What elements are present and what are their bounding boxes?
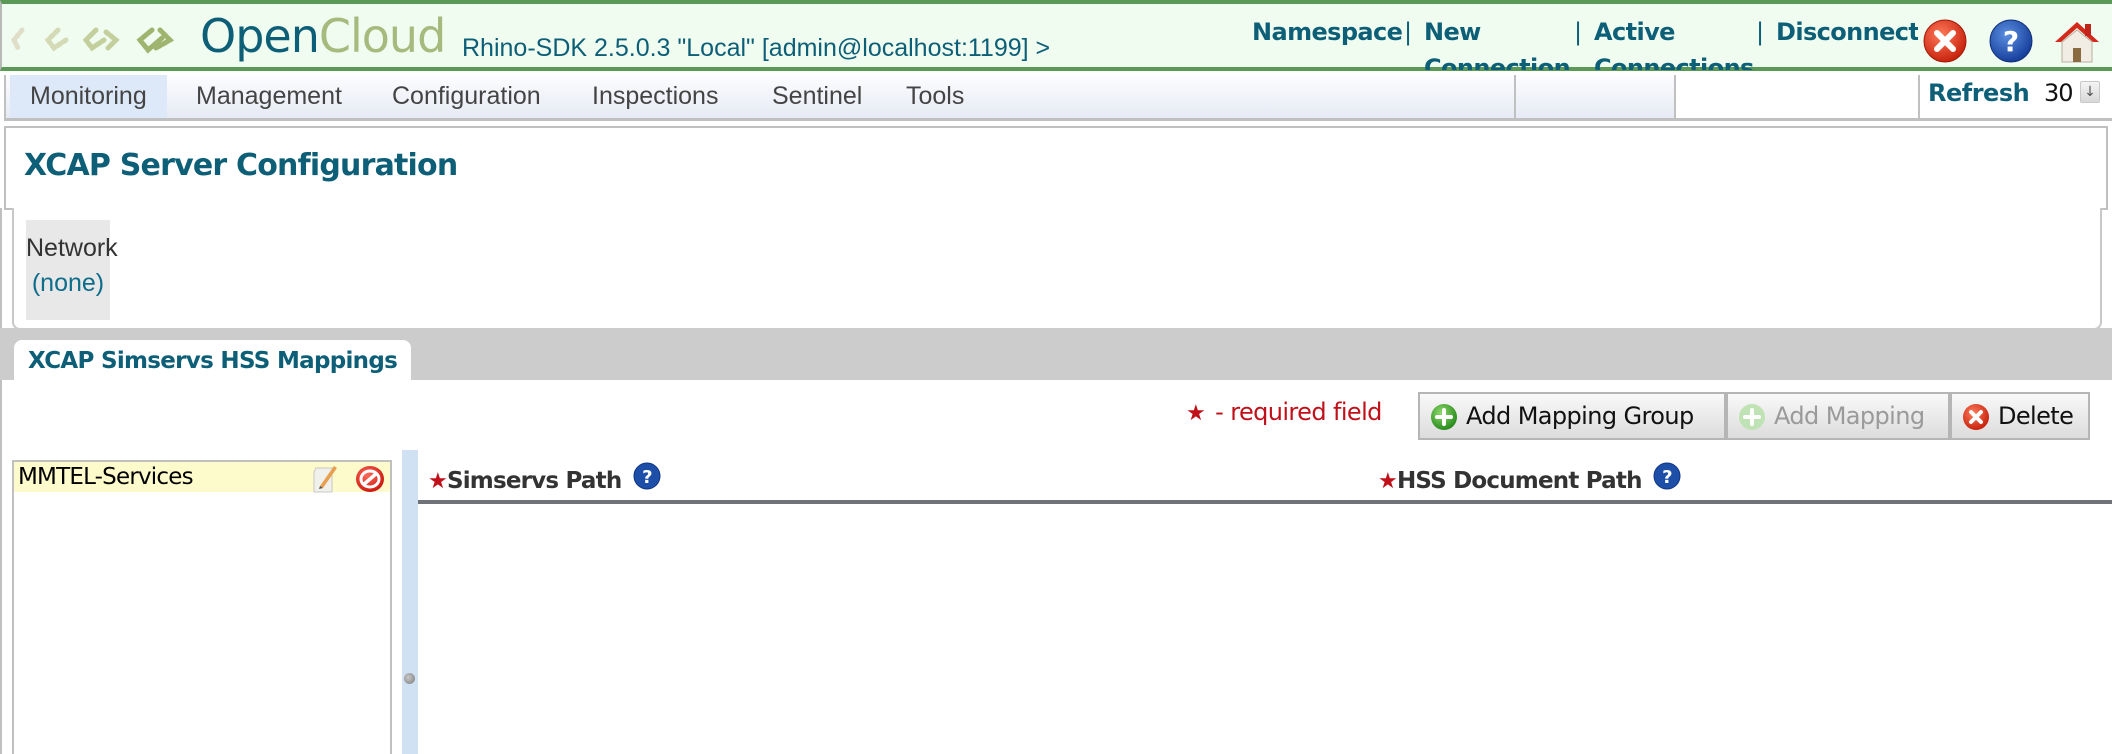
nav-configuration[interactable]: Configuration xyxy=(372,75,561,118)
page-title-box: XCAP Server Configuration xyxy=(4,126,2108,210)
svg-text:?: ? xyxy=(1662,467,1672,488)
required-star-icon: ★ xyxy=(1378,469,1398,494)
logo-cloud-text: Cloud xyxy=(318,9,446,63)
link-separator: | xyxy=(1574,18,1583,46)
column-label: HSS Document Path xyxy=(1396,468,1643,494)
table-header: ★Simservs Path ? ★HSS Document Path ? xyxy=(418,450,2112,504)
link-separator: | xyxy=(1404,18,1413,46)
server-info[interactable]: Rhino-SDK 2.5.0.3 "Local" [admin@localho… xyxy=(462,34,1050,63)
help-icon[interactable]: ? xyxy=(633,462,661,490)
logo-chain-icon xyxy=(44,27,69,52)
edit-icon[interactable] xyxy=(308,462,340,494)
network-label: Network xyxy=(26,234,118,262)
tab-bar: XCAP Simservs HSS Mappings xyxy=(0,328,2112,380)
close-icon[interactable] xyxy=(1922,18,1968,64)
nav-management[interactable]: Management xyxy=(176,75,362,118)
column-header-hss-document-path[interactable]: ★HSS Document Path ? xyxy=(1378,462,1681,494)
network-panel: Network (none) xyxy=(26,220,118,320)
required-field-legend: ★ - required field xyxy=(1186,398,1382,426)
column-label: Simservs Path xyxy=(446,468,622,494)
refresh-control: Refresh 30 ↓ xyxy=(1918,75,2112,118)
network-section: Network (none) xyxy=(12,208,2102,330)
page-title: XCAP Server Configuration xyxy=(24,148,458,183)
required-star-icon: ★ xyxy=(428,469,448,494)
new-connection-link[interactable]: New Connection xyxy=(1424,14,1571,70)
svg-text:?: ? xyxy=(2003,25,2019,58)
mapping-group-list: MMTEL-Services xyxy=(12,460,392,754)
required-field-text: - required field xyxy=(1215,398,1382,426)
nav-spacer-cell xyxy=(1674,75,1918,118)
content-border xyxy=(0,208,4,330)
nav-inspections[interactable]: Inspections xyxy=(572,75,738,118)
network-value-link[interactable]: (none) xyxy=(26,269,110,298)
nav-tools[interactable]: Tools xyxy=(886,75,984,118)
required-star-icon: ★ xyxy=(1186,401,1206,426)
namespace-link[interactable]: Namespace xyxy=(1252,14,1403,50)
tab-xcap-simservs-hss-mappings[interactable]: XCAP Simservs HSS Mappings xyxy=(14,340,412,380)
opencloud-logo: OpenCloud xyxy=(200,8,446,64)
content-border xyxy=(0,380,2,754)
remove-icon[interactable] xyxy=(354,464,386,494)
add-mapping-label: Add Mapping xyxy=(1774,402,1925,430)
logo-chain-icon xyxy=(82,27,120,52)
home-icon[interactable] xyxy=(2052,18,2102,64)
refresh-interval-dropdown[interactable]: ↓ xyxy=(2080,81,2100,103)
header-links: Namespace | New Connection | Active Conn… xyxy=(1252,14,1918,70)
refresh-label[interactable]: Refresh xyxy=(1928,79,2030,107)
nav-sentinel[interactable]: Sentinel xyxy=(752,75,882,118)
logo-chain-icon xyxy=(136,27,175,54)
delete-icon xyxy=(1963,404,1989,430)
refresh-interval-value: 30 xyxy=(2044,79,2074,107)
disconnect-link[interactable]: Disconnect xyxy=(1776,14,1918,50)
panel-splitter[interactable] xyxy=(402,450,418,754)
nav-spacer-cell xyxy=(1514,75,1674,118)
logo-open-text: Open xyxy=(200,9,320,63)
delete-label: Delete xyxy=(1998,402,2074,430)
help-icon[interactable]: ? xyxy=(1988,18,2034,64)
delete-button[interactable]: Delete xyxy=(1950,392,2090,440)
nav-monitoring[interactable]: Monitoring xyxy=(10,75,167,118)
column-header-simservs-path[interactable]: ★Simservs Path ? xyxy=(428,462,661,494)
logo-chain-icon xyxy=(11,27,25,51)
svg-text:?: ? xyxy=(642,467,652,488)
add-mapping-button[interactable]: Add Mapping xyxy=(1726,392,1950,440)
plus-icon xyxy=(1431,404,1457,430)
active-connections-link[interactable]: Active Connections xyxy=(1594,14,1754,70)
main-nav: Monitoring Management Configuration Insp… xyxy=(4,75,2112,121)
help-icon[interactable]: ? xyxy=(1653,462,1681,490)
group-name: MMTEL-Services xyxy=(18,464,194,490)
splitter-handle[interactable] xyxy=(404,673,415,684)
link-separator: | xyxy=(1756,18,1765,46)
app-header: OpenCloud Rhino-SDK 2.5.0.3 "Local" [adm… xyxy=(0,0,2112,71)
plus-icon xyxy=(1739,404,1765,430)
opencloud-logo-mark xyxy=(10,14,180,58)
mapping-table: ★Simservs Path ? ★HSS Document Path ? xyxy=(418,450,2112,754)
add-mapping-group-label: Add Mapping Group xyxy=(1466,402,1694,430)
add-mapping-group-button[interactable]: Add Mapping Group xyxy=(1418,392,1726,440)
list-item[interactable]: MMTEL-Services xyxy=(14,462,390,494)
